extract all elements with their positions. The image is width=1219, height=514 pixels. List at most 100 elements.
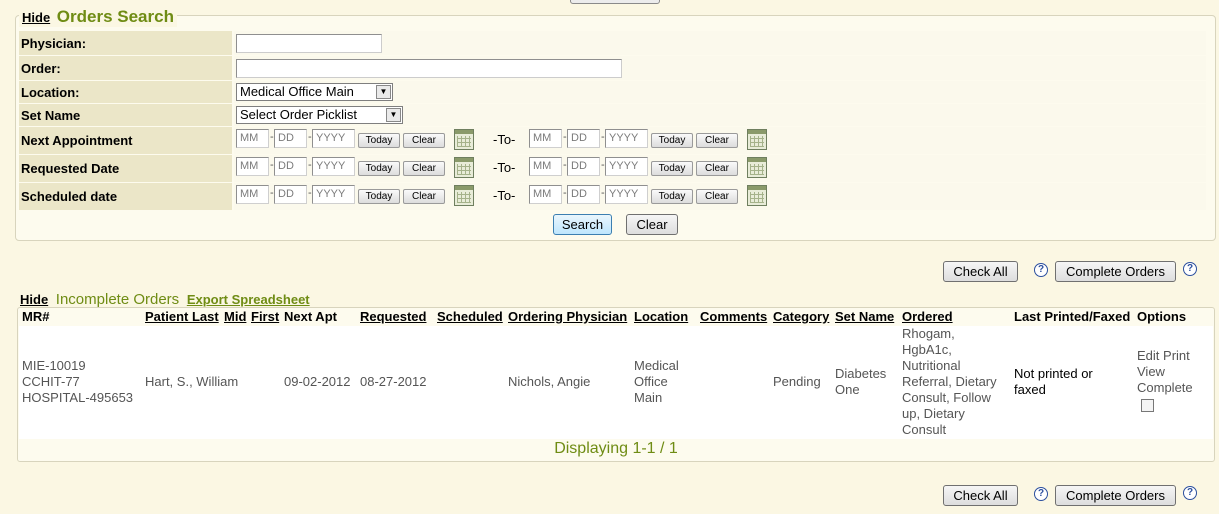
scheduled-date-row: Scheduled date MM - DD - YYYY Today Clea…: [19, 183, 1206, 210]
check-all-button[interactable]: Check All: [943, 261, 1018, 282]
from-day-input[interactable]: DD: [274, 185, 307, 204]
calendar-icon[interactable]: [454, 185, 474, 206]
hide-orders-link[interactable]: Hide: [20, 292, 48, 307]
incomplete-orders-title: Incomplete Orders: [55, 291, 180, 308]
requested-cell: 08-27-2012: [360, 374, 427, 389]
complete-checkbox[interactable]: [1141, 399, 1154, 412]
to-label: -To-: [493, 132, 516, 147]
calendar-icon[interactable]: [454, 129, 474, 150]
ordered-line: Consult, Follow: [902, 390, 991, 405]
to-year-input[interactable]: YYYY: [605, 157, 648, 176]
from-day-input[interactable]: DD: [274, 129, 307, 148]
complete-orders-button[interactable]: Complete Orders: [1055, 485, 1176, 506]
from-clear-button[interactable]: Clear: [403, 189, 445, 204]
from-clear-button[interactable]: Clear: [403, 133, 445, 148]
column-header-comments[interactable]: Comments: [700, 309, 767, 324]
help-icon[interactable]: ?: [1183, 262, 1197, 276]
column-header-location[interactable]: Location: [634, 309, 688, 324]
to-year-input[interactable]: YYYY: [605, 129, 648, 148]
ordered-cell: Rhogam, HgbA1c, Nutritional Referral, Di…: [902, 326, 997, 438]
calendar-icon[interactable]: [454, 157, 474, 178]
location-select[interactable]: Medical Office Main ▼: [236, 83, 393, 101]
location-line: Medical: [634, 358, 679, 373]
from-today-button[interactable]: Today: [358, 189, 400, 204]
to-clear-button[interactable]: Clear: [696, 133, 738, 148]
set-name-line: One: [835, 382, 860, 397]
to-day-input[interactable]: DD: [567, 185, 600, 204]
column-header-first[interactable]: First: [251, 309, 279, 324]
check-all-button[interactable]: Check All: [943, 485, 1018, 506]
column-header-set-name[interactable]: Set Name: [835, 309, 894, 324]
options-cell: Edit Print View Complete: [1137, 348, 1193, 396]
from-today-button[interactable]: Today: [358, 133, 400, 148]
from-year-input[interactable]: YYYY: [312, 185, 355, 204]
edit-link[interactable]: Edit: [1137, 348, 1159, 363]
pagination-status: Displaying 1-1 / 1: [554, 440, 678, 457]
help-icon[interactable]: ?: [1034, 487, 1048, 501]
column-header-patient-last[interactable]: Patient Last: [145, 309, 219, 324]
chevron-down-icon: ▼: [386, 108, 401, 122]
calendar-icon[interactable]: [747, 185, 767, 206]
from-month-input[interactable]: MM: [236, 129, 269, 148]
export-spreadsheet-link[interactable]: Export Spreadsheet: [187, 292, 310, 307]
to-clear-button[interactable]: Clear: [696, 161, 738, 176]
to-month-input[interactable]: MM: [529, 185, 562, 204]
calendar-icon[interactable]: [747, 129, 767, 150]
last-printed-line: Not printed or: [1014, 366, 1093, 381]
ordered-line: Rhogam,: [902, 326, 955, 341]
to-clear-button[interactable]: Clear: [696, 189, 738, 204]
help-icon[interactable]: ?: [1034, 263, 1048, 277]
column-header-category[interactable]: Category: [773, 309, 829, 324]
column-header-next-apt: Next Apt: [284, 309, 337, 324]
to-day-input[interactable]: DD: [567, 129, 600, 148]
print-link[interactable]: Print: [1163, 348, 1190, 363]
location-line: Main: [634, 390, 663, 405]
ordered-line: HgbA1c,: [902, 342, 952, 357]
view-link[interactable]: View: [1137, 364, 1193, 380]
location-row: Location: Medical Office Main ▼: [19, 81, 1206, 103]
table-row: MIE-10019 CCHIT-77 HOSPITAL-495653 Hart,…: [19, 326, 1213, 439]
patient-name-cell: Hart, S., William: [145, 374, 239, 389]
set-name-cell: Diabetes One: [835, 366, 886, 398]
column-header-ordered[interactable]: Ordered: [902, 309, 953, 324]
location-select-value: Medical Office Main: [240, 84, 354, 99]
from-month-input[interactable]: MM: [236, 185, 269, 204]
mr-number: CCHIT-77: [22, 374, 80, 389]
to-day-input[interactable]: DD: [567, 157, 600, 176]
calendar-icon[interactable]: [747, 157, 767, 178]
to-month-input[interactable]: MM: [529, 129, 562, 148]
from-year-input[interactable]: YYYY: [312, 129, 355, 148]
to-year-input[interactable]: YYYY: [605, 185, 648, 204]
to-today-button[interactable]: Today: [651, 133, 693, 148]
column-header-requested[interactable]: Requested: [360, 309, 426, 324]
scheduled-date-label: Scheduled date: [19, 183, 232, 210]
column-header-mid[interactable]: Mid: [224, 309, 246, 324]
set-name-row: Set Name Select Order Picklist ▼: [19, 104, 1206, 126]
from-day-input[interactable]: DD: [274, 157, 307, 176]
requested-date-label: Requested Date: [19, 155, 232, 182]
column-header-scheduled[interactable]: Scheduled: [437, 309, 503, 324]
clear-button[interactable]: Clear: [626, 214, 678, 235]
set-name-select[interactable]: Select Order Picklist ▼: [236, 106, 403, 124]
help-icon[interactable]: ?: [1183, 486, 1197, 500]
to-today-button[interactable]: Today: [651, 161, 693, 176]
ordered-line: up, Dietary: [902, 406, 965, 421]
from-year-input[interactable]: YYYY: [312, 157, 355, 176]
to-month-input[interactable]: MM: [529, 157, 562, 176]
from-today-button[interactable]: Today: [358, 161, 400, 176]
top-toolbar-button-edge[interactable]: [570, 0, 660, 4]
search-button[interactable]: Search: [553, 214, 612, 235]
physician-input[interactable]: [236, 34, 382, 53]
order-input[interactable]: [236, 59, 622, 78]
complete-label: Complete: [1137, 380, 1193, 395]
to-today-button[interactable]: Today: [651, 189, 693, 204]
order-row: Order:: [19, 56, 1206, 80]
column-header-ordering-physician[interactable]: Ordering Physician: [508, 309, 627, 324]
hide-search-link[interactable]: Hide: [22, 10, 50, 25]
from-month-input[interactable]: MM: [236, 157, 269, 176]
complete-orders-button[interactable]: Complete Orders: [1055, 261, 1176, 282]
next-appointment-label: Next Appointment: [19, 127, 232, 154]
requested-date-row: Requested Date MM - DD - YYYY Today Clea…: [19, 155, 1206, 182]
from-clear-button[interactable]: Clear: [403, 161, 445, 176]
physician-row: Physician:: [19, 31, 1206, 55]
